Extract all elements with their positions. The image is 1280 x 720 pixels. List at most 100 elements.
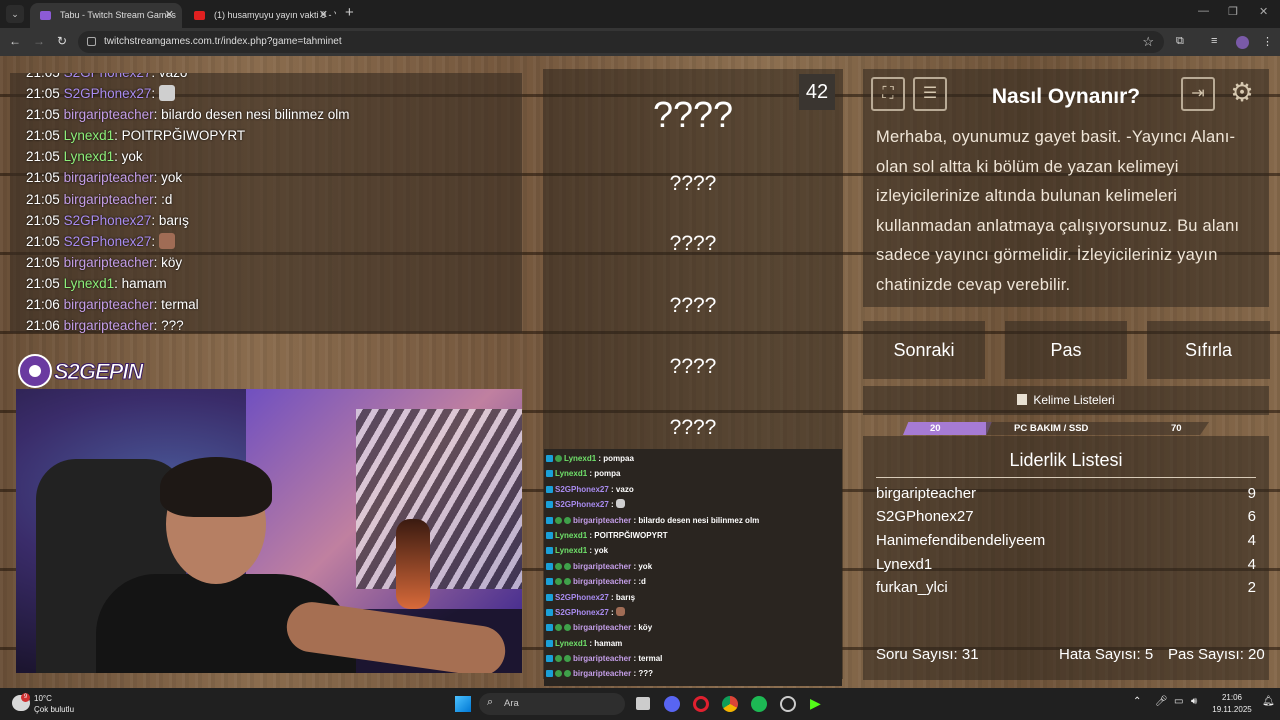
task-view-icon[interactable] <box>636 697 650 710</box>
tab-title: (1) husamyuyu yayın vakti 9 - Y <box>214 10 336 20</box>
minimize-icon[interactable]: — <box>1198 5 1209 17</box>
steam-icon[interactable] <box>780 696 796 712</box>
site-info-icon[interactable] <box>87 37 96 46</box>
new-tab-icon[interactable]: + <box>345 4 354 21</box>
taboo-word: ???? <box>669 294 717 317</box>
sub-badge-icon <box>564 624 571 632</box>
chat-text: vazo <box>615 484 634 494</box>
embedded-chat-message: Lynexd1 : yok <box>544 543 842 558</box>
bookmark-star-icon[interactable]: ☆ <box>1142 34 1154 50</box>
face-emote-icon <box>158 232 175 249</box>
chat-text: yok <box>121 149 143 165</box>
chrome-icon[interactable] <box>722 696 738 712</box>
chat-text: barış <box>615 592 636 602</box>
chat-text: :d <box>638 577 646 587</box>
face-emote-icon <box>615 606 625 616</box>
panel-description: Merhaba, oyunumuz gayet basit. -Yayıncı … <box>876 128 1240 294</box>
progress-total: 70 <box>1171 423 1182 434</box>
chat-username: Lynexd1 <box>555 530 588 540</box>
chat-text: termal <box>638 654 663 664</box>
chat-text: köy <box>638 623 653 633</box>
address-bar[interactable]: twitchstreamgames.com.tr/index.php?game=… <box>78 31 1164 53</box>
embedded-chat-message: Lynexd1 : POITRPĞIWOPYRT <box>544 528 842 543</box>
chat-message: 21:05 birgaripteacher: :d <box>26 191 173 207</box>
spotify-icon[interactable] <box>751 696 767 712</box>
tab-search-button[interactable]: ⌄ <box>6 5 24 23</box>
sub-badge-icon <box>555 578 562 586</box>
chat-username: birgaripteacher <box>573 654 632 664</box>
notifications-icon[interactable]: 🔔︎ <box>1262 696 1275 707</box>
sub-badge-icon <box>564 670 571 678</box>
word-lists-button[interactable]: Kelime Listeleri <box>863 386 1269 415</box>
chat-message: 21:05 S2GPhonex27: vazo <box>10 73 522 83</box>
sub-badge-icon <box>555 670 562 678</box>
extensions-icon[interactable]: ⧉ <box>1176 35 1184 48</box>
youtube-favicon-icon <box>194 11 205 20</box>
chat-username: Lynexd1 <box>555 546 588 556</box>
browser-menu-icon[interactable]: ⋮ <box>1262 35 1273 48</box>
tray-overflow-icon[interactable]: ⌃ <box>1133 696 1141 707</box>
mod-badge-icon <box>546 670 553 678</box>
close-window-icon[interactable]: ✕ <box>1259 5 1268 18</box>
chat-message: 21:05 birgaripteacher: yok <box>26 170 183 186</box>
chat-message: 21:05 Lynexd1: hamam <box>26 275 167 291</box>
chat-timestamp: 21:05 <box>26 191 60 207</box>
back-icon[interactable]: ← <box>9 34 21 48</box>
chat-username: S2GPhonex27 <box>555 500 609 510</box>
close-tab-icon[interactable]: ✕ <box>319 3 328 28</box>
profile-avatar[interactable] <box>1236 36 1249 49</box>
embedded-chat[interactable]: Lynexd1 : pompaa Lynexd1 : pompa S2GPhonex… <box>544 449 842 686</box>
taboo-word: ???? <box>669 355 717 378</box>
search-icon: ⌕ <box>487 696 494 708</box>
reading-list-icon[interactable]: ≡ <box>1211 35 1217 47</box>
chat-username: birgaripteacher <box>63 318 154 333</box>
mod-badge-icon <box>546 639 553 647</box>
restore-icon[interactable]: ❐ <box>1228 5 1238 18</box>
next-button[interactable]: Sonraki <box>863 321 985 379</box>
chat-message: 21:05 S2GPhonex27: barış <box>26 212 189 228</box>
chat-username: birgaripteacher <box>63 254 154 270</box>
exit-icon[interactable]: ⇥ <box>1181 77 1215 111</box>
embedded-chat-message: birgaripteacher : :d <box>544 574 842 589</box>
kick-icon[interactable]: ▶ <box>810 695 821 712</box>
windows-start-icon[interactable] <box>455 696 471 712</box>
chat-timestamp: 21:05 <box>26 86 60 102</box>
embedded-chat-message: S2GPhonex27 : <box>544 605 842 620</box>
forward-icon[interactable]: → <box>33 34 45 48</box>
mod-badge-icon <box>546 562 553 570</box>
pass-button[interactable]: Pas <box>1005 321 1127 379</box>
chat-username: birgaripteacher <box>63 297 154 313</box>
chat-username: birgaripteacher <box>63 170 154 186</box>
embedded-chat-message: Lynexd1 : hamam <box>544 636 842 651</box>
chat-message: 21:05 S2GPhonex27: <box>10 83 522 104</box>
clock-time[interactable]: 21:06 <box>1210 693 1254 702</box>
reload-icon[interactable]: ↻ <box>57 34 67 48</box>
embedded-chat-message: S2GPhonex27 : vazo <box>544 482 842 497</box>
network-icon[interactable]: ▭ <box>1174 696 1183 707</box>
chat-username: Lynexd1 <box>63 128 115 144</box>
chat-text: ??? <box>161 318 184 333</box>
gear-icon[interactable]: ⚙ <box>1225 77 1259 111</box>
reset-button[interactable]: Sıfırla <box>1147 321 1270 379</box>
tab-youtube[interactable]: (1) husamyuyu yayın vakti 9 - Y ✕ <box>184 3 336 28</box>
chat-username: S2GPhonex27 <box>555 484 609 494</box>
embedded-chat-message: birgaripteacher : yok <box>544 559 842 574</box>
browser-tab-strip: ⌄ Tabu - Twitch Stream Games ✕ (1) husam… <box>0 0 1280 28</box>
sub-badge-icon <box>555 655 562 663</box>
chat-timestamp: 21:05 <box>26 128 60 144</box>
chat-username: birgaripteacher <box>573 561 632 571</box>
tab-tabu[interactable]: Tabu - Twitch Stream Games ✕ <box>30 3 182 28</box>
volume-icon[interactable]: 🔊︎ <box>1191 696 1197 707</box>
mod-badge-icon <box>546 624 553 632</box>
discord-icon[interactable] <box>664 696 680 712</box>
chat-username: Lynexd1 <box>63 149 115 165</box>
microphone-icon[interactable]: 🎤︎ <box>1155 696 1168 707</box>
close-tab-icon[interactable]: ✕ <box>165 3 174 28</box>
webcam-feed <box>16 389 522 673</box>
clock-date[interactable]: 19.11.2025 <box>1208 705 1256 714</box>
mod-badge-icon <box>546 470 553 478</box>
opera-icon[interactable] <box>693 696 709 712</box>
mod-badge-icon <box>546 531 553 539</box>
taskbar-search[interactable]: ⌕ Ara <box>479 693 625 715</box>
leaderboard: Liderlik Listesi birgaripteacher 9 S2GPho… <box>863 436 1269 680</box>
